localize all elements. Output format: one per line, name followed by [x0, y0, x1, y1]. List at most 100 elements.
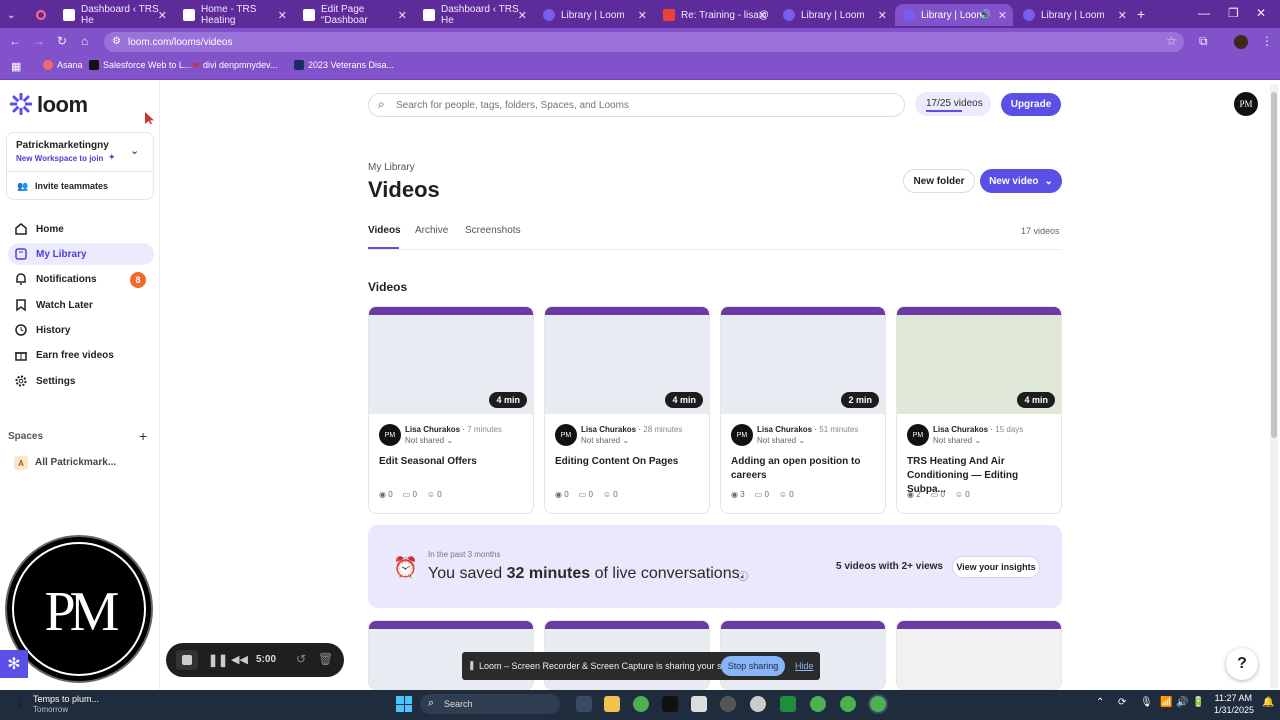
forward-icon[interactable]: →	[33, 34, 45, 48]
video-thumbnail[interactable]: 4 min	[545, 307, 709, 414]
help-button[interactable]: ?	[1226, 648, 1258, 680]
tab-screenshots[interactable]: Screenshots	[465, 225, 521, 236]
tab-close-icon[interactable]: ✕	[278, 9, 287, 22]
sidebar-item-my-library[interactable]: My Library	[8, 243, 154, 265]
sync-icon[interactable]: ⟳	[1118, 697, 1126, 708]
video-thumbnail[interactable]: 2 min	[721, 307, 885, 414]
window-close-icon[interactable]: ✕	[1256, 6, 1266, 20]
tab-close-icon[interactable]: ✕	[878, 9, 887, 22]
stop-sharing-button[interactable]: Stop sharing	[721, 656, 785, 676]
video-card[interactable]: 4 min PM Lisa Churakos · 28 minutes Not …	[544, 306, 710, 514]
file-explorer-icon[interactable]	[604, 696, 620, 712]
view-insights-button[interactable]: View your insights	[952, 556, 1040, 578]
chrome-profile-icon[interactable]	[840, 696, 856, 712]
share-status[interactable]: Not shared ⌄	[757, 436, 805, 445]
bookmark-item[interactable]: Asana	[43, 60, 83, 70]
share-status[interactable]: Not shared ⌄	[933, 436, 981, 445]
back-icon[interactable]: ←	[9, 34, 21, 48]
minimize-icon[interactable]: —	[1198, 6, 1210, 20]
rewind-icon[interactable]: ◀◀	[231, 653, 248, 666]
tiktok-icon[interactable]	[662, 696, 678, 712]
upgrade-button[interactable]: Upgrade	[1001, 93, 1061, 116]
search-input[interactable]	[396, 98, 886, 112]
workspace-sub[interactable]: New Workspace to join	[16, 154, 103, 163]
tab-close-icon[interactable]: ✕	[518, 9, 527, 22]
bookmark-star-icon[interactable]: ☆	[1166, 34, 1177, 48]
browser-tab[interactable]: Home - TRS Heating ✕	[175, 4, 293, 26]
taskbar-search[interactable]	[420, 694, 560, 714]
tray-chevron-icon[interactable]: ⌃	[1096, 697, 1104, 708]
battery-icon[interactable]: 🔋	[1192, 697, 1204, 708]
tab-close-icon[interactable]: ✕	[1118, 9, 1127, 22]
notifications-tray-icon[interactable]: 🔔	[1262, 697, 1274, 708]
mic-icon[interactable]: 🎙	[1140, 697, 1153, 708]
chrome-profile-icon[interactable]	[810, 696, 826, 712]
tab-close-icon[interactable]: ✕	[758, 9, 767, 22]
video-thumbnail[interactable]: 4 min	[897, 307, 1061, 414]
browser-tab[interactable]: Dashboard ‹ TRS He ✕	[55, 4, 173, 26]
maximize-icon[interactable]: ❐	[1228, 6, 1239, 20]
browser-menu-icon[interactable]: ⋮	[1261, 34, 1273, 48]
video-card[interactable]: 4 min PM Lisa Churakos · 15 days Not sha…	[896, 306, 1062, 514]
video-thumbnail[interactable]: 4 min	[369, 307, 533, 414]
loom-wordmark[interactable]: loom	[37, 92, 88, 118]
tab-close-icon[interactable]: ✕	[158, 9, 167, 22]
video-title[interactable]: Editing Content On Pages	[555, 455, 705, 469]
drag-handle-icon[interactable]: ❚	[468, 660, 476, 671]
app-icon[interactable]	[691, 696, 707, 712]
chevron-down-icon[interactable]: ⌄	[130, 144, 139, 157]
extensions-icon[interactable]: ⧉	[1199, 34, 1208, 49]
invite-teammates-link[interactable]: Invite teammates	[35, 181, 108, 191]
profile-avatar[interactable]	[1234, 35, 1248, 49]
browser-tab[interactable]: Library | Loom ✕	[1015, 4, 1133, 26]
add-space-icon[interactable]: +	[139, 428, 147, 444]
windows-start-icon[interactable]	[396, 696, 412, 712]
browser-tab[interactable]: Library | Loom ✕	[535, 4, 653, 26]
tab-videos[interactable]: Videos	[368, 225, 401, 236]
share-status[interactable]: Not shared ⌄	[581, 436, 629, 445]
trash-icon[interactable]: 🗑	[318, 652, 333, 666]
bookmark-item[interactable]: Salesforce Web to L...	[89, 60, 191, 70]
share-status[interactable]: Not shared ⌄	[405, 436, 453, 445]
wifi-icon[interactable]: 📶	[1160, 697, 1172, 708]
bookmark-item[interactable]: 2023 Veterans Disa...	[294, 60, 394, 70]
browser-tab[interactable]: Edit Page “Dashboar ✕	[295, 4, 413, 26]
clock-time[interactable]: 11:27 AM	[1214, 693, 1252, 703]
tab-search-button[interactable]: ⌄	[0, 4, 26, 26]
browser-tab[interactable]: Re: Training - lisa@ ✕	[655, 4, 773, 26]
video-card[interactable]	[896, 620, 1062, 690]
tab-close-icon[interactable]: ✕	[998, 9, 1007, 22]
video-card[interactable]: 2 min PM Lisa Churakos · 51 minutes Not …	[720, 306, 886, 514]
scrollbar-thumb[interactable]	[1271, 92, 1277, 438]
record-icon[interactable]	[28, 4, 52, 26]
volume-icon[interactable]: 🔊	[1176, 697, 1188, 708]
hide-share-bar-button[interactable]: Hide	[795, 661, 814, 671]
site-info-icon[interactable]: ⚙	[112, 36, 121, 47]
weather-text[interactable]: Temps to plum...	[33, 694, 99, 704]
video-card[interactable]: 4 min PM Lisa Churakos · 7 minutes Not s…	[368, 306, 534, 514]
chrome-active-icon[interactable]	[870, 696, 886, 712]
sidebar-item-home[interactable]: Home	[8, 218, 154, 240]
chrome-icon[interactable]	[633, 696, 649, 712]
speaker-icon[interactable]: 🔊	[979, 10, 991, 21]
browser-tab[interactable]: Dashboard ‹ TRS He ✕	[415, 4, 533, 26]
info-icon[interactable]: ⓘ	[738, 568, 748, 583]
sidebar-item-history[interactable]: History	[8, 319, 154, 341]
loom-logo-icon[interactable]	[9, 92, 33, 116]
app-icon[interactable]	[750, 696, 766, 712]
browser-tab[interactable]: Library | Loom ✕	[775, 4, 893, 26]
new-video-button[interactable]: New video ⌄	[980, 169, 1062, 193]
tab-archive[interactable]: Archive	[415, 225, 448, 236]
settings-app-icon[interactable]	[720, 696, 736, 712]
tab-close-icon[interactable]: ✕	[398, 9, 407, 22]
pause-icon[interactable]: ❚❚	[208, 653, 228, 667]
video-title[interactable]: Adding an open position to careers	[731, 455, 881, 483]
home-browser-icon[interactable]: ⌂	[81, 34, 88, 48]
bookmark-item[interactable]: divi denpmnydev...	[193, 60, 277, 70]
stop-recording-button[interactable]	[176, 650, 198, 670]
clock-date[interactable]: 1/31/2025	[1214, 705, 1254, 715]
loom-launcher-icon[interactable]: ✻	[0, 650, 28, 678]
sidebar-item-watch-later[interactable]: Watch Later	[8, 294, 154, 316]
restart-icon[interactable]: ↺	[296, 652, 306, 666]
new-tab-icon[interactable]: +	[1137, 6, 1145, 22]
